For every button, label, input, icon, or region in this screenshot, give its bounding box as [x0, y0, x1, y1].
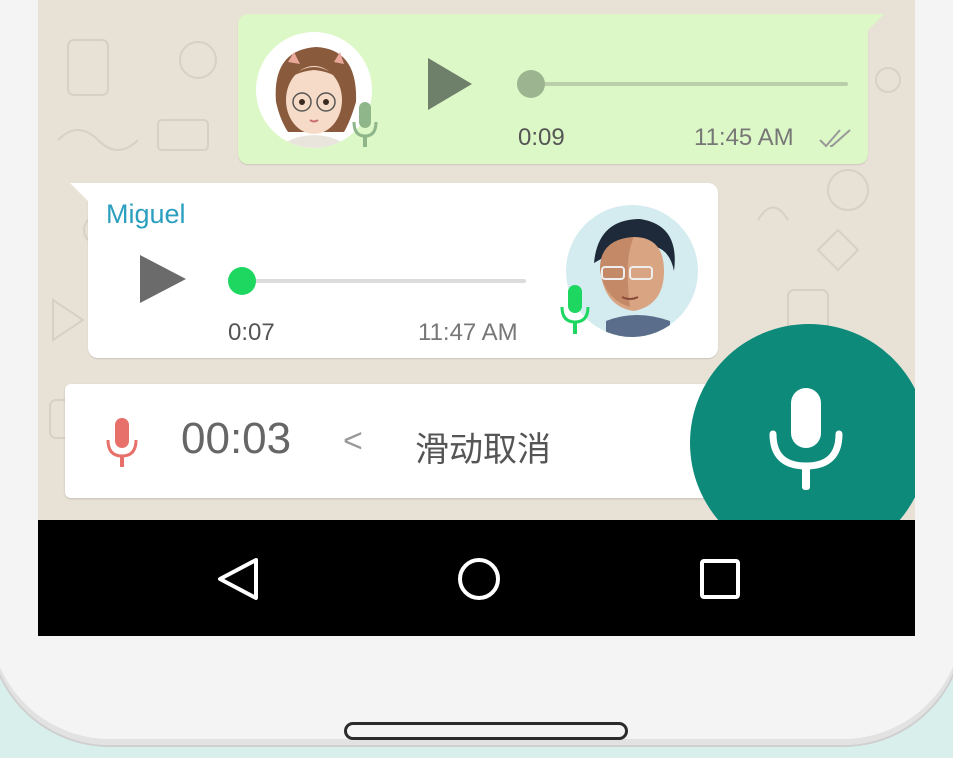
slide-to-cancel-label[interactable]: 滑动取消	[415, 422, 551, 471]
recording-timer: 00:03	[181, 414, 292, 463]
outgoing-voice-message[interactable]: 0:09 11:45 AM	[238, 14, 884, 164]
bubble-tail	[866, 14, 884, 32]
incoming-voice-message[interactable]: Miguel 0:07 11:47 AM	[70, 183, 718, 358]
mic-icon	[352, 102, 378, 147]
play-icon[interactable]	[428, 58, 472, 110]
play-icon[interactable]	[140, 255, 186, 303]
phone-home-button	[344, 722, 628, 740]
mic-icon	[769, 388, 843, 490]
mic-icon	[560, 285, 590, 334]
sender-name: Miguel	[106, 199, 186, 229]
recording-bar: 00:03 < 滑动取消	[65, 384, 765, 498]
mic-icon	[106, 418, 138, 467]
duration: 0:09	[518, 124, 565, 151]
timestamp: 11:45 AM	[694, 124, 794, 151]
chevron-left-icon: <	[343, 422, 363, 460]
home-circle-icon[interactable]	[456, 556, 502, 602]
timestamp: 11:47 AM	[418, 319, 518, 346]
bubble-tail	[70, 183, 88, 201]
duration: 0:07	[228, 319, 275, 346]
seek-track[interactable]	[528, 82, 848, 86]
recents-square-icon[interactable]	[699, 558, 741, 600]
back-triangle-icon[interactable]	[216, 556, 260, 602]
chat-background: 0:09 11:45 AM Miguel 0:07 11:47 AM 00:03…	[38, 0, 915, 562]
seek-knob[interactable]	[228, 267, 256, 295]
read-double-check-icon	[819, 129, 851, 148]
seek-track[interactable]	[238, 279, 526, 283]
system-navigation-bar	[38, 520, 915, 636]
screen: 0:09 11:45 AM Miguel 0:07 11:47 AM 00:03…	[38, 0, 915, 636]
seek-knob[interactable]	[517, 70, 545, 98]
